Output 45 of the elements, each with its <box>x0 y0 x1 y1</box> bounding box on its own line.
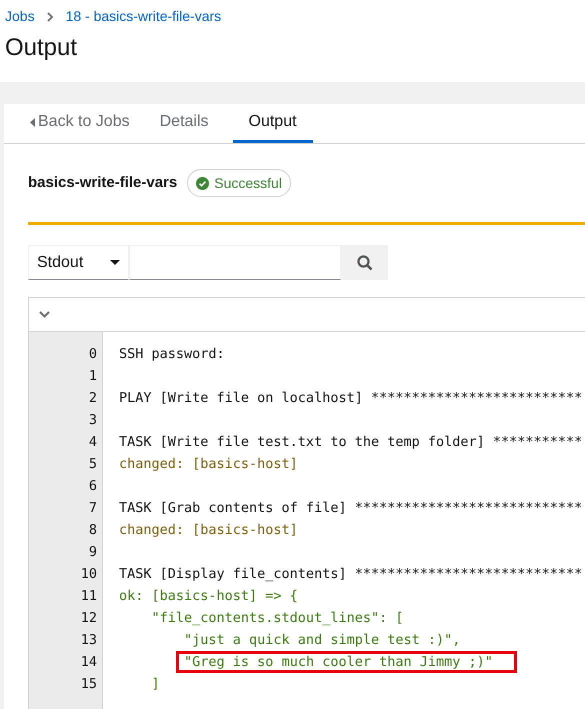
line-number: 2 <box>88 389 97 408</box>
line-number: 15 <box>80 675 97 694</box>
caret-down-icon <box>110 260 120 265</box>
status-badge: Successful <box>187 169 291 197</box>
search-icon <box>356 254 372 270</box>
output-line: ] <box>150 676 160 692</box>
line-number: 1 <box>88 367 97 386</box>
output-line: SSH password: <box>119 346 225 362</box>
page-title: Output <box>5 33 78 63</box>
stream-dropdown[interactable]: Stdout <box>28 245 129 280</box>
line-number: 9 <box>88 543 97 562</box>
output-line: TASK [Write file test.txt to the temp folder] *********** <box>119 434 582 450</box>
line-number: 10 <box>80 565 97 584</box>
output-line: changed: [basics-host] <box>119 456 298 472</box>
output-line: TASK [Display file_contents] **************************** <box>119 566 582 582</box>
line-number: 3 <box>88 411 97 430</box>
search-field[interactable] <box>129 245 341 280</box>
tab[interactable]: Details <box>154 104 215 143</box>
line-number: 8 <box>88 521 97 540</box>
highlighted-line: "Greg is so much cooler than Jimmy ;)" <box>178 653 515 671</box>
search-button[interactable] <box>341 245 388 280</box>
collapse-chevron-icon[interactable] <box>39 311 50 318</box>
output-line: TASK [Grab contents of file] **************************** <box>119 500 582 516</box>
line-number: 7 <box>88 499 97 518</box>
line-number: 6 <box>88 477 97 496</box>
breadcrumb-link[interactable]: Jobs <box>5 6 35 27</box>
output-line: changed: [basics-host] <box>119 522 298 538</box>
breadcrumb-link[interactable]: 18 - basics-write-file-vars <box>66 6 222 27</box>
back-tab[interactable]: Back to Jobs <box>24 104 136 143</box>
output-line: PLAY [Write file on localhost] ************************** <box>119 390 582 406</box>
output-line: "just a quick and simple test :)", <box>183 632 460 648</box>
tab[interactable]: Output <box>232 104 313 143</box>
line-number: 4 <box>88 433 97 452</box>
line-number: 5 <box>88 455 97 474</box>
output-line: ok: [basics-host] => { <box>119 588 298 604</box>
line-number: 13 <box>80 631 97 650</box>
caret-left-icon <box>30 118 35 126</box>
line-number: 11 <box>80 587 97 606</box>
job-name: basics-write-file-vars <box>28 172 178 193</box>
line-number: 12 <box>80 609 97 628</box>
output-line: "file_contents.stdout_lines": [ <box>150 610 404 626</box>
line-number: 14 <box>80 653 97 672</box>
check-circle-icon <box>196 176 210 190</box>
chevron-right-icon <box>46 12 54 22</box>
line-number: 0 <box>88 345 97 364</box>
